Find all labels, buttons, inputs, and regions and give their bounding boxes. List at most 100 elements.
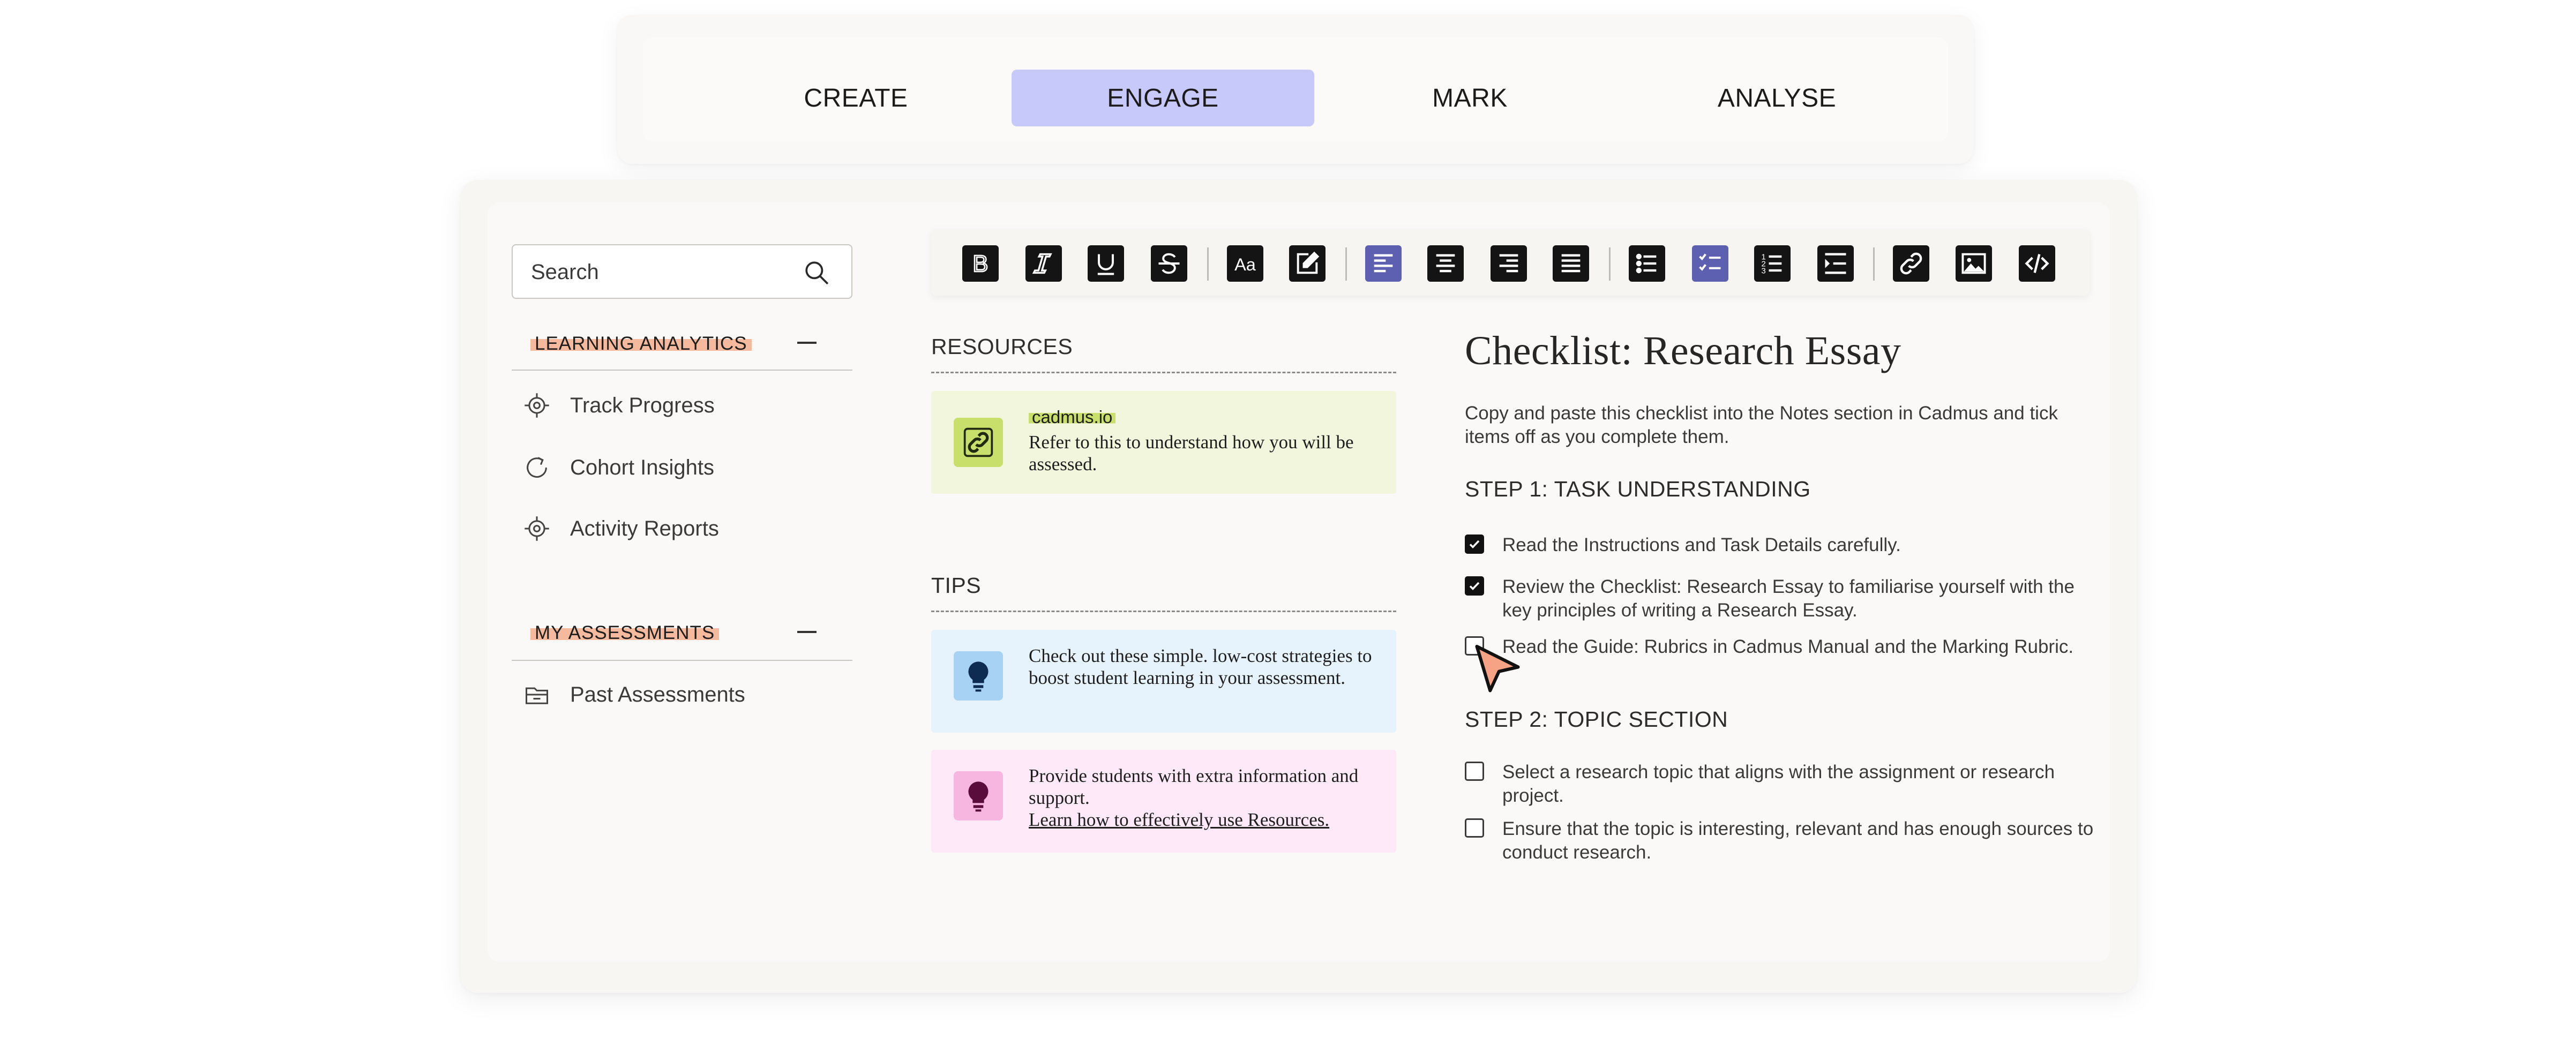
- checklist-item-text: Review the Checklist: Research Essay to …: [1502, 576, 2075, 621]
- code-button[interactable]: [2019, 245, 2055, 282]
- sidebar-item-label: Track Progress: [570, 393, 715, 417]
- numbered-list-button[interactable]: 123: [1754, 245, 1791, 282]
- checkbox-checked[interactable]: [1465, 534, 1484, 554]
- align-left-icon: [1374, 254, 1393, 273]
- tip-text: Provide students with extra information …: [1029, 765, 1375, 831]
- search-field[interactable]: [512, 244, 852, 299]
- edit-button[interactable]: [1289, 245, 1326, 282]
- resource-card-cadmus[interactable]: cadmus.io Refer to this to understand ho…: [931, 391, 1396, 494]
- divider: [931, 372, 1396, 373]
- checklist-item-text: Ensure that the topic is interesting, re…: [1502, 818, 2094, 863]
- tip-icon: [954, 771, 1003, 820]
- tip-description: Provide students with extra information …: [1029, 765, 1359, 808]
- divider: [931, 611, 1396, 612]
- tips-heading: TIPS: [931, 573, 982, 598]
- sidebar-item-label: Cohort Insights: [570, 455, 715, 479]
- tab-analyse[interactable]: ANALYSE: [1626, 70, 1928, 126]
- checklist-button[interactable]: [1692, 245, 1728, 282]
- mode-tabs-card: CREATE ENGAGE MARK ANALYSE: [617, 15, 1974, 164]
- checklist-item-text: Read the Guide: Rubrics in Cadmus Manual…: [1502, 636, 2074, 657]
- collapse-icon[interactable]: [797, 631, 817, 633]
- step-heading: STEP 1: TASK UNDERSTANDING: [1465, 477, 1811, 501]
- italic-button[interactable]: [1025, 245, 1062, 282]
- tip-card[interactable]: Check out these simple. low-cost strateg…: [931, 630, 1396, 733]
- insert-link-button[interactable]: [1893, 245, 1929, 282]
- align-right-icon: [1499, 254, 1518, 273]
- italic-icon: [1032, 253, 1052, 274]
- link-icon: [963, 427, 993, 457]
- checklist-item-text: Select a research topic that aligns with…: [1502, 762, 2055, 806]
- indent-button[interactable]: [1817, 245, 1854, 282]
- bold-icon: B: [972, 251, 989, 277]
- checklist-item-text: Read the Instructions and Task Details c…: [1502, 534, 1901, 555]
- strikethrough-icon: [1158, 253, 1180, 274]
- checklist-icon: [1699, 253, 1721, 271]
- tip-link[interactable]: Learn how to effectively use Resources.: [1029, 809, 1375, 831]
- checkbox[interactable]: [1465, 762, 1484, 781]
- search-input[interactable]: [530, 245, 800, 299]
- resource-icon: [954, 418, 1003, 467]
- sidebar-item-label: Past Assessments: [570, 682, 745, 706]
- mode-tabs: CREATE ENGAGE MARK ANALYSE: [643, 37, 1948, 141]
- edit-icon: [1297, 251, 1320, 274]
- search-icon[interactable]: [803, 259, 830, 286]
- section-learning-analytics[interactable]: LEARNING ANALYTICS: [530, 328, 852, 360]
- sidebar-item-past-assessments[interactable]: Past Assessments: [523, 676, 844, 713]
- sidebar-item-track-progress[interactable]: Track Progress: [523, 387, 844, 424]
- tip-card[interactable]: Provide students with extra information …: [931, 750, 1396, 853]
- editor-toolbar: B Aa 123: [931, 229, 2090, 296]
- resource-description: Refer to this to understand how you will…: [1029, 432, 1354, 475]
- sidebar-item-cohort-insights[interactable]: Cohort Insights: [523, 449, 844, 486]
- svg-text:B: B: [973, 251, 989, 277]
- collapse-icon[interactable]: [797, 342, 817, 344]
- align-left-button[interactable]: [1365, 245, 1402, 282]
- image-icon: [1961, 253, 1986, 274]
- toolbar-separator: [1873, 247, 1875, 281]
- checkbox-checked[interactable]: [1465, 576, 1484, 596]
- strikethrough-button[interactable]: [1151, 245, 1187, 282]
- resources-heading: RESOURCES: [931, 334, 1073, 359]
- sidebar-item-label: Activity Reports: [570, 516, 719, 540]
- numbered-list-icon: 123: [1761, 252, 1782, 275]
- target-icon: [525, 516, 549, 541]
- target-icon: [525, 393, 549, 418]
- insert-image-button[interactable]: [1956, 245, 1992, 282]
- svg-text:Aa: Aa: [1234, 255, 1256, 274]
- toolbar-separator: [1345, 247, 1347, 281]
- check-icon: [1469, 540, 1480, 549]
- align-center-button[interactable]: [1427, 245, 1464, 282]
- section-label: LEARNING ANALYTICS: [530, 333, 752, 355]
- font-size-button[interactable]: Aa: [1227, 245, 1263, 282]
- cursor-pointer-icon: [1475, 644, 1520, 692]
- font-size-icon: Aa: [1234, 255, 1256, 274]
- bold-button[interactable]: B: [962, 245, 999, 282]
- code-icon: [2025, 254, 2049, 273]
- resource-text: cadmus.io Refer to this to understand ho…: [1029, 406, 1375, 475]
- checklist-intro: Copy and paste this checklist into the N…: [1465, 403, 2058, 447]
- tab-mark[interactable]: MARK: [1319, 70, 1621, 126]
- refresh-icon: [527, 457, 547, 478]
- checklist-title: Checklist: Research Essay: [1465, 328, 1901, 373]
- justify-button[interactable]: [1553, 245, 1589, 282]
- sidebar-item-activity-reports[interactable]: Activity Reports: [523, 510, 844, 547]
- section-label: MY ASSESSMENTS: [530, 622, 720, 644]
- tab-create[interactable]: CREATE: [705, 70, 1007, 126]
- justify-icon: [1561, 254, 1581, 273]
- check-icon: [1469, 582, 1480, 591]
- tip-icon: [954, 651, 1003, 701]
- resource-link[interactable]: cadmus.io: [1029, 407, 1116, 427]
- divider: [512, 370, 852, 371]
- svg-text:3: 3: [1761, 266, 1765, 275]
- lightbulb-icon: [968, 781, 989, 812]
- step-heading: STEP 2: TOPIC SECTION: [1465, 707, 1728, 732]
- bullet-list-button[interactable]: [1629, 245, 1665, 282]
- underline-button[interactable]: [1088, 245, 1124, 282]
- align-right-button[interactable]: [1491, 245, 1527, 282]
- tab-engage[interactable]: ENGAGE: [1012, 70, 1314, 126]
- lightbulb-icon: [968, 661, 989, 692]
- link-icon: [1900, 252, 1922, 275]
- section-my-assessments[interactable]: MY ASSESSMENTS: [530, 617, 852, 649]
- tip-text: Check out these simple. low-cost strateg…: [1029, 645, 1372, 688]
- checkbox[interactable]: [1465, 818, 1484, 838]
- underline-icon: [1097, 254, 1114, 275]
